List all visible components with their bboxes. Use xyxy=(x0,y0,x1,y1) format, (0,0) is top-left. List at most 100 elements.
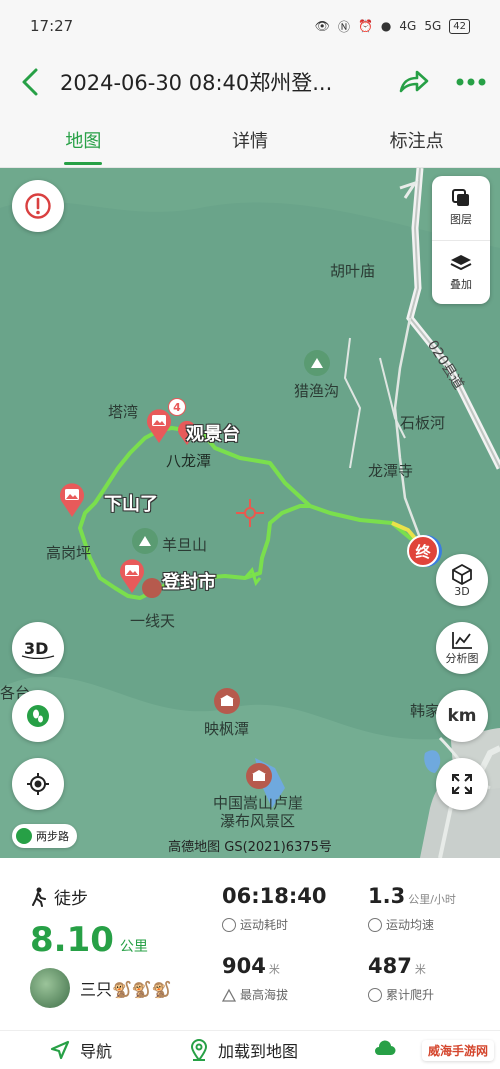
hiking-icon xyxy=(32,887,46,907)
map-attribution: 高德地图 GS(2021)6375号 xyxy=(168,840,332,855)
back-button[interactable] xyxy=(0,52,60,112)
mountain-pin-icon[interactable] xyxy=(132,528,158,554)
duration-value: 06:18:40 xyxy=(222,884,327,908)
distance-unit: 公里 xyxy=(119,939,148,955)
overlay-label: 叠加 xyxy=(450,277,472,291)
tab-bar: 地图 详情 标注点 xyxy=(0,112,500,168)
route-label-city: 登封市 xyxy=(162,572,216,593)
stack-icon xyxy=(450,254,472,270)
share-icon xyxy=(399,70,429,93)
tab-marked-points[interactable]: 标注点 xyxy=(333,112,500,167)
place-label: 猎渔沟 xyxy=(294,382,340,400)
sport-label: 徒步 xyxy=(54,889,88,909)
layers-label: 图层 xyxy=(450,213,472,227)
navigate-button[interactable]: 导航 xyxy=(50,1038,112,1062)
place-label: 瀑布风景区 xyxy=(220,812,296,830)
analysis-label: 分析图 xyxy=(445,652,479,665)
alarm-icon: ⏰ xyxy=(357,19,373,33)
line-chart-icon xyxy=(452,632,472,649)
tab-details[interactable]: 详情 xyxy=(167,112,334,167)
3d-label: 3D xyxy=(454,584,470,598)
max-altitude-stat: 904 米 最高海拔 xyxy=(221,954,289,1003)
more-icon xyxy=(456,78,486,86)
page-title: 2024-06-30 08:40郑州登... xyxy=(60,71,333,95)
place-label: 塔湾 xyxy=(108,403,139,421)
place-label: 石板河 xyxy=(400,414,446,432)
center-crosshair xyxy=(236,499,264,527)
avatar[interactable] xyxy=(30,968,70,1008)
status-bar: 17:27 👁 Ⓝ ⏰ ● 4G 5G 42 xyxy=(0,0,500,52)
map-pin-icon xyxy=(190,1039,208,1061)
warning-button[interactable] xyxy=(12,180,64,232)
layer-panel: 图层 叠加 xyxy=(432,176,490,304)
user-info[interactable]: 三只🐒🐒🐒 xyxy=(30,968,172,1008)
climb-label: 累计爬升 xyxy=(386,988,435,1002)
analysis-button[interactable]: 分析图 xyxy=(436,622,488,674)
locate-icon xyxy=(27,773,49,795)
overlay-button[interactable]: 叠加 xyxy=(432,239,490,305)
signal-5g: 5G xyxy=(424,19,442,33)
place-label: 八龙潭 xyxy=(166,452,212,470)
max-altitude-unit: 米 xyxy=(268,963,280,976)
3d-view-button[interactable]: 3D xyxy=(12,622,64,674)
load-to-map-button[interactable]: 加载到地图 xyxy=(190,1038,298,1062)
max-altitude-value: 904 xyxy=(222,954,266,978)
scenic-pin-icon[interactable] xyxy=(246,763,272,789)
cloud-icon[interactable] xyxy=(374,1040,396,1060)
climb-stat: 487 米 累计爬升 xyxy=(368,954,434,1003)
battery-indicator: 42 xyxy=(449,18,470,34)
scenic-pin-icon[interactable] xyxy=(214,688,240,714)
place-label: 胡叶庙 xyxy=(330,262,376,280)
mountain-pin-icon[interactable] xyxy=(304,350,330,376)
share-button[interactable] xyxy=(384,52,442,112)
photo-marker-icon[interactable] xyxy=(58,482,86,518)
max-altitude-label: 最高海拔 xyxy=(240,988,289,1002)
photo-marker-icon[interactable] xyxy=(145,408,173,444)
stats-panel: 徒步 8.10 公里 三只🐒🐒🐒 06:18:40 运动耗时 1.3 公里/小时 … xyxy=(0,858,500,1018)
distance-value: 8.10 xyxy=(30,920,114,960)
load-to-map-label: 加载到地图 xyxy=(218,1042,299,1061)
distance-stat: 8.10 公里 xyxy=(30,920,148,960)
photo-marker-icon[interactable] xyxy=(118,558,146,594)
place-label: 羊旦山 xyxy=(162,536,208,554)
navigate-label: 导航 xyxy=(80,1042,113,1061)
route-label-viewpoint: 观景台 xyxy=(186,424,240,445)
speed-stat: 1.3 公里/小时 运动均速 xyxy=(368,884,456,933)
3d-button[interactable]: 3D xyxy=(436,554,488,606)
user-name: 三只🐒🐒🐒 xyxy=(80,980,172,999)
place-label: 一线天 xyxy=(130,612,176,630)
route-label-downhill: 下山了 xyxy=(104,494,158,515)
speed-unit: 公里/小时 xyxy=(408,893,456,906)
speed-label: 运动均速 xyxy=(386,918,435,932)
place-label: 龙潭寺 xyxy=(368,462,414,480)
expand-icon xyxy=(452,774,472,794)
climb-unit: 米 xyxy=(414,963,426,976)
end-marker[interactable]: 终 xyxy=(407,535,439,567)
alert-icon xyxy=(25,193,51,219)
unit-button[interactable]: km xyxy=(436,690,488,742)
more-button[interactable] xyxy=(442,52,500,112)
status-time: 17:27 xyxy=(30,17,74,35)
mountain-icon xyxy=(221,988,237,1002)
place-label: 映枫潭 xyxy=(204,720,250,738)
sport-type: 徒步 xyxy=(30,884,88,909)
duration-label: 运动耗时 xyxy=(240,918,289,932)
locate-button[interactable] xyxy=(12,758,64,810)
speed-icon xyxy=(368,917,382,932)
cluster-count-badge: 4 xyxy=(168,398,186,416)
tab-map[interactable]: 地图 xyxy=(0,112,167,167)
status-icons: 👁 Ⓝ ⏰ ● 4G 5G 42 xyxy=(315,18,470,35)
map-view[interactable]: 图层 叠加 胡叶庙 猎渔沟 石板河 龙潭寺 020县道 塔湾 高岗坪 羊旦山 一… xyxy=(0,168,500,858)
clock-icon xyxy=(222,917,236,932)
3d-icon: 3D xyxy=(21,639,55,659)
track-button[interactable] xyxy=(12,690,64,742)
eye-icon: 👁 xyxy=(314,19,330,33)
cube-icon xyxy=(452,563,472,585)
location-icon: ● xyxy=(380,19,392,33)
fullscreen-button[interactable] xyxy=(436,758,488,810)
signal-4g: 4G xyxy=(399,19,417,33)
layers-button[interactable]: 图层 xyxy=(432,176,490,240)
place-label: 高岗坪 xyxy=(46,544,92,562)
speed-value: 1.3 xyxy=(368,884,406,908)
nfc-icon: Ⓝ xyxy=(337,19,350,34)
